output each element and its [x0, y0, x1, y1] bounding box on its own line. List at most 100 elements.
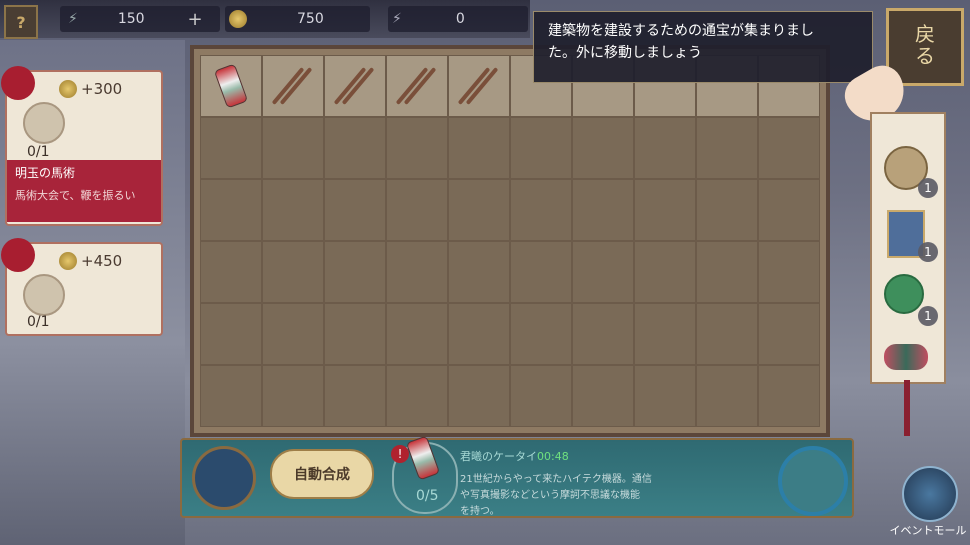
grid-cell[interactable]	[572, 241, 634, 303]
grid-cell[interactable]	[510, 179, 572, 241]
coin-icon	[229, 10, 247, 28]
coin-icon	[59, 252, 77, 270]
grid-cell[interactable]	[386, 365, 448, 427]
grid-cell[interactable]	[448, 55, 510, 117]
back-button-label: 戻 る	[915, 22, 935, 68]
grid-cell[interactable]	[758, 179, 820, 241]
grid-cell[interactable]	[448, 365, 510, 427]
grid-cell[interactable]	[634, 241, 696, 303]
chopsticks-icon[interactable]	[395, 66, 437, 106]
grid-cell[interactable]	[634, 179, 696, 241]
chopsticks-icon[interactable]	[271, 66, 313, 106]
grid-cell[interactable]	[386, 179, 448, 241]
shelf-slot[interactable]: 1	[884, 146, 938, 198]
grid-cell[interactable]	[510, 303, 572, 365]
grid-cell[interactable]	[386, 117, 448, 179]
grid-cell[interactable]	[696, 241, 758, 303]
grid-cell[interactable]	[448, 241, 510, 303]
grid-cell[interactable]	[696, 365, 758, 427]
quest-item-icon	[23, 102, 65, 144]
flower-fan-icon	[884, 344, 928, 370]
grid-cell[interactable]	[758, 303, 820, 365]
grid-cell[interactable]	[200, 117, 262, 179]
event-mall-button[interactable]	[902, 466, 958, 522]
item-timer: 00:48	[537, 450, 569, 463]
grid-cell[interactable]	[324, 55, 386, 117]
grid-cell[interactable]	[634, 365, 696, 427]
grid-cell[interactable]	[324, 117, 386, 179]
grid-cell[interactable]	[696, 117, 758, 179]
chopsticks-icon[interactable]	[457, 66, 499, 106]
grid-cell[interactable]	[448, 303, 510, 365]
merge-board	[190, 45, 830, 437]
quest-card[interactable]: +450 0/1	[1, 238, 163, 336]
coin-icon	[59, 80, 77, 98]
grid-cell[interactable]	[572, 117, 634, 179]
item-count: 0/5	[416, 488, 439, 504]
grid-cell[interactable]	[758, 241, 820, 303]
coin-counter: 750	[225, 6, 370, 32]
shelf-slot[interactable]	[884, 334, 932, 382]
grid-cell[interactable]	[448, 179, 510, 241]
quest-card[interactable]: +300 0/1 明玉の馬術 馬術大会で、鞭を振るい	[1, 66, 163, 226]
alert-icon: !	[391, 445, 409, 463]
grid-cell[interactable]	[324, 303, 386, 365]
grid-cell[interactable]	[262, 55, 324, 117]
shelf-slot[interactable]: 1	[884, 210, 938, 262]
add-energy-button[interactable]: +	[185, 10, 205, 30]
quest-reward: +450	[59, 252, 122, 270]
grid-cell[interactable]	[696, 303, 758, 365]
auto-merge-button[interactable]: 自動合成	[270, 449, 374, 499]
shelf-slot[interactable]: 1	[884, 274, 938, 326]
grid-cell[interactable]	[572, 303, 634, 365]
grid-cell[interactable]	[200, 365, 262, 427]
merge-grid	[200, 55, 820, 427]
item-description: 君曦のケータイ00:48 21世紀からやって来たハイテク機器。通信 や写真撮影な…	[460, 450, 652, 517]
grid-cell[interactable]	[386, 303, 448, 365]
grid-cell[interactable]	[200, 241, 262, 303]
grid-cell[interactable]	[262, 365, 324, 427]
item-shelf: 1 1 1	[870, 112, 946, 384]
grid-cell[interactable]	[510, 365, 572, 427]
quest-progress: 0/1	[27, 314, 50, 330]
quest-item-icon	[23, 274, 65, 316]
event-mall-label: イベントモール	[889, 524, 967, 537]
grid-cell[interactable]	[572, 179, 634, 241]
grid-cell[interactable]	[200, 55, 262, 117]
quest-marker-icon	[1, 238, 35, 272]
grid-cell[interactable]	[324, 179, 386, 241]
shelf-tassel	[904, 380, 910, 436]
grid-cell[interactable]	[634, 303, 696, 365]
grid-cell[interactable]	[200, 179, 262, 241]
grid-cell[interactable]	[200, 303, 262, 365]
grid-cell[interactable]	[510, 117, 572, 179]
grid-cell[interactable]	[448, 117, 510, 179]
tutorial-hint: 建築物を建設するための通宝が集まりまし た。外に移動しましょう	[533, 11, 873, 83]
quest-reward: +300	[59, 80, 122, 98]
grid-cell[interactable]	[262, 241, 324, 303]
grid-cell[interactable]	[758, 365, 820, 427]
chopsticks-icon[interactable]	[333, 66, 375, 106]
grid-cell[interactable]	[696, 179, 758, 241]
grid-cell[interactable]	[324, 365, 386, 427]
treasure-chest-icon[interactable]	[192, 446, 256, 510]
grid-cell[interactable]	[262, 179, 324, 241]
grid-cell[interactable]	[262, 303, 324, 365]
grid-cell[interactable]	[324, 241, 386, 303]
grid-cell[interactable]	[262, 117, 324, 179]
item-name: 君曦のケータイ	[460, 450, 537, 463]
quest-marker-icon	[1, 66, 35, 100]
grid-cell[interactable]	[634, 117, 696, 179]
grid-cell[interactable]	[386, 55, 448, 117]
quest-progress: 0/1	[27, 144, 50, 160]
grid-cell[interactable]	[758, 117, 820, 179]
help-button[interactable]: ?	[4, 5, 38, 39]
grid-cell[interactable]	[386, 241, 448, 303]
grid-cell[interactable]	[572, 365, 634, 427]
quest-title-banner: 明玉の馬術 馬術大会で、鞭を振るい	[7, 160, 161, 222]
mobile-phone-icon[interactable]	[213, 63, 249, 109]
jade-pendant-icon	[884, 274, 924, 314]
quest-description: 馬術大会で、鞭を振るい	[15, 189, 136, 202]
compass-wheel-icon	[778, 446, 848, 516]
grid-cell[interactable]	[510, 241, 572, 303]
